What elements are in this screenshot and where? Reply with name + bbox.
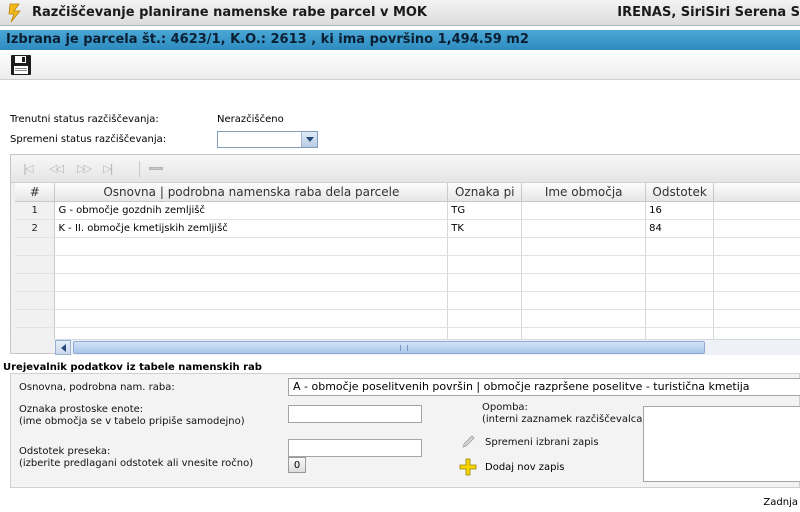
odstotek-suggest-button[interactable]: 0 [288, 457, 306, 473]
window-title: Razčiščevanje planirane namenske rabe pa… [32, 5, 428, 20]
first-page-icon[interactable]: |◁ [23, 162, 39, 176]
grid-navigation: |◁ ◁◁ ▷▷ ▷| [11, 155, 800, 183]
raba-label: Osnovna, podrobna nam. raba: [19, 382, 175, 393]
cell-odstotek[interactable]: 84 [645, 219, 715, 238]
column-header-odstotek[interactable]: Odstotek [645, 183, 715, 202]
cell-empty [713, 201, 800, 220]
grip-icon [400, 345, 408, 351]
cell-empty [713, 219, 800, 238]
change-status-label: Spremeni status razčiščevanja: [10, 134, 167, 145]
plus-icon[interactable] [459, 458, 477, 476]
last-page-icon[interactable]: ▷| [103, 162, 119, 176]
update-record-button[interactable]: Spremeni izbrani zapis [485, 437, 599, 448]
horizontal-scrollbar[interactable] [55, 339, 800, 355]
column-header-empty [713, 183, 800, 202]
empty-row [15, 273, 800, 292]
editor-title: Urejevalnik podatkov iz tabele namenskih… [3, 362, 262, 373]
oznaka-hint: (ime območja se v tabelo pripiše samodej… [19, 416, 245, 427]
column-header-ime[interactable]: Ime območja [521, 183, 647, 202]
cell-ime[interactable] [521, 219, 647, 238]
empty-row [15, 255, 800, 274]
column-header-oznaka[interactable]: Oznaka pi [447, 183, 523, 202]
current-status-label: Trenutni status razčiščevanja: [10, 114, 159, 125]
records-grid: # Osnovna | podrobna namenska raba dela … [15, 183, 800, 339]
column-header-raba[interactable]: Osnovna | podrobna namenska raba dela pa… [54, 183, 449, 202]
table-header-row: # Osnovna | podrobna namenska raba dela … [15, 183, 800, 202]
odstotek-input[interactable] [288, 439, 422, 457]
cell-odstotek[interactable]: 16 [645, 201, 715, 220]
toolbar [0, 50, 800, 80]
change-status-select[interactable] [217, 131, 318, 148]
record-editor: Osnovna, podrobna nam. raba: A - območje… [10, 373, 800, 488]
raba-select[interactable]: A - območje poselitvenih površin | območ… [288, 378, 800, 396]
add-record-button[interactable]: Dodaj nov zapis [485, 462, 565, 473]
empty-row [15, 291, 800, 310]
cell-oznaka[interactable]: TK [447, 219, 523, 238]
floppy-disk-icon[interactable] [10, 54, 32, 76]
row-number: 1 [15, 201, 56, 220]
next-page-icon[interactable]: ▷▷ [77, 162, 93, 176]
odstotek-label: Odstotek preseka: [19, 446, 111, 457]
empty-row [15, 309, 800, 328]
records-table: # Osnovna | podrobna namenska raba dela … [15, 183, 800, 339]
oznaka-input[interactable] [288, 405, 422, 423]
cell-raba[interactable]: K - II. območje kmetijskih zemljišč [54, 219, 449, 238]
opomba-textarea[interactable] [643, 406, 800, 482]
records-panel: |◁ ◁◁ ▷▷ ▷| # Osnovna | podrobna namensk… [10, 154, 800, 355]
scroll-left-icon[interactable] [55, 340, 71, 355]
toolbar-divider [139, 161, 140, 177]
selected-parcel-bar: Izbrana je parcela št.: 4623/1, K.O.: 26… [0, 30, 800, 50]
delete-row-icon[interactable] [149, 167, 163, 170]
opomba-label: Opomba: [482, 402, 528, 413]
title-bar: Razčiščevanje planirane namenske rabe pa… [0, 0, 800, 26]
previous-page-icon[interactable]: ◁◁ [49, 162, 65, 176]
empty-row [15, 327, 800, 339]
table-row[interactable]: 1 G - območje gozdnih zemljišč TG 16 [15, 201, 800, 220]
current-status-value: Nerazčiščeno [217, 114, 284, 125]
footer-text: Zadnja [763, 497, 798, 508]
chevron-down-icon[interactable] [301, 132, 317, 147]
column-header-number[interactable]: # [15, 183, 56, 202]
user-name: IRENAS, SiriSiri Serena S [617, 5, 800, 20]
cell-ime[interactable] [521, 201, 647, 220]
odstotek-hint: (izberite predlagani odstotek ali vnesit… [19, 458, 254, 469]
row-number: 2 [15, 219, 56, 238]
empty-row [15, 237, 800, 256]
cell-raba[interactable]: G - območje gozdnih zemljišč [54, 201, 449, 220]
table-row[interactable]: 2 K - II. območje kmetijskih zemljišč TK… [15, 219, 800, 238]
app-logo-icon [8, 3, 21, 23]
cell-oznaka[interactable]: TG [447, 201, 523, 220]
oznaka-label: Oznaka prostoske enote: [19, 404, 144, 415]
opomba-hint: (interni zaznamek razčiščevalca) [482, 414, 647, 425]
scrollbar-thumb[interactable] [73, 341, 705, 354]
pencil-icon[interactable] [460, 434, 476, 450]
